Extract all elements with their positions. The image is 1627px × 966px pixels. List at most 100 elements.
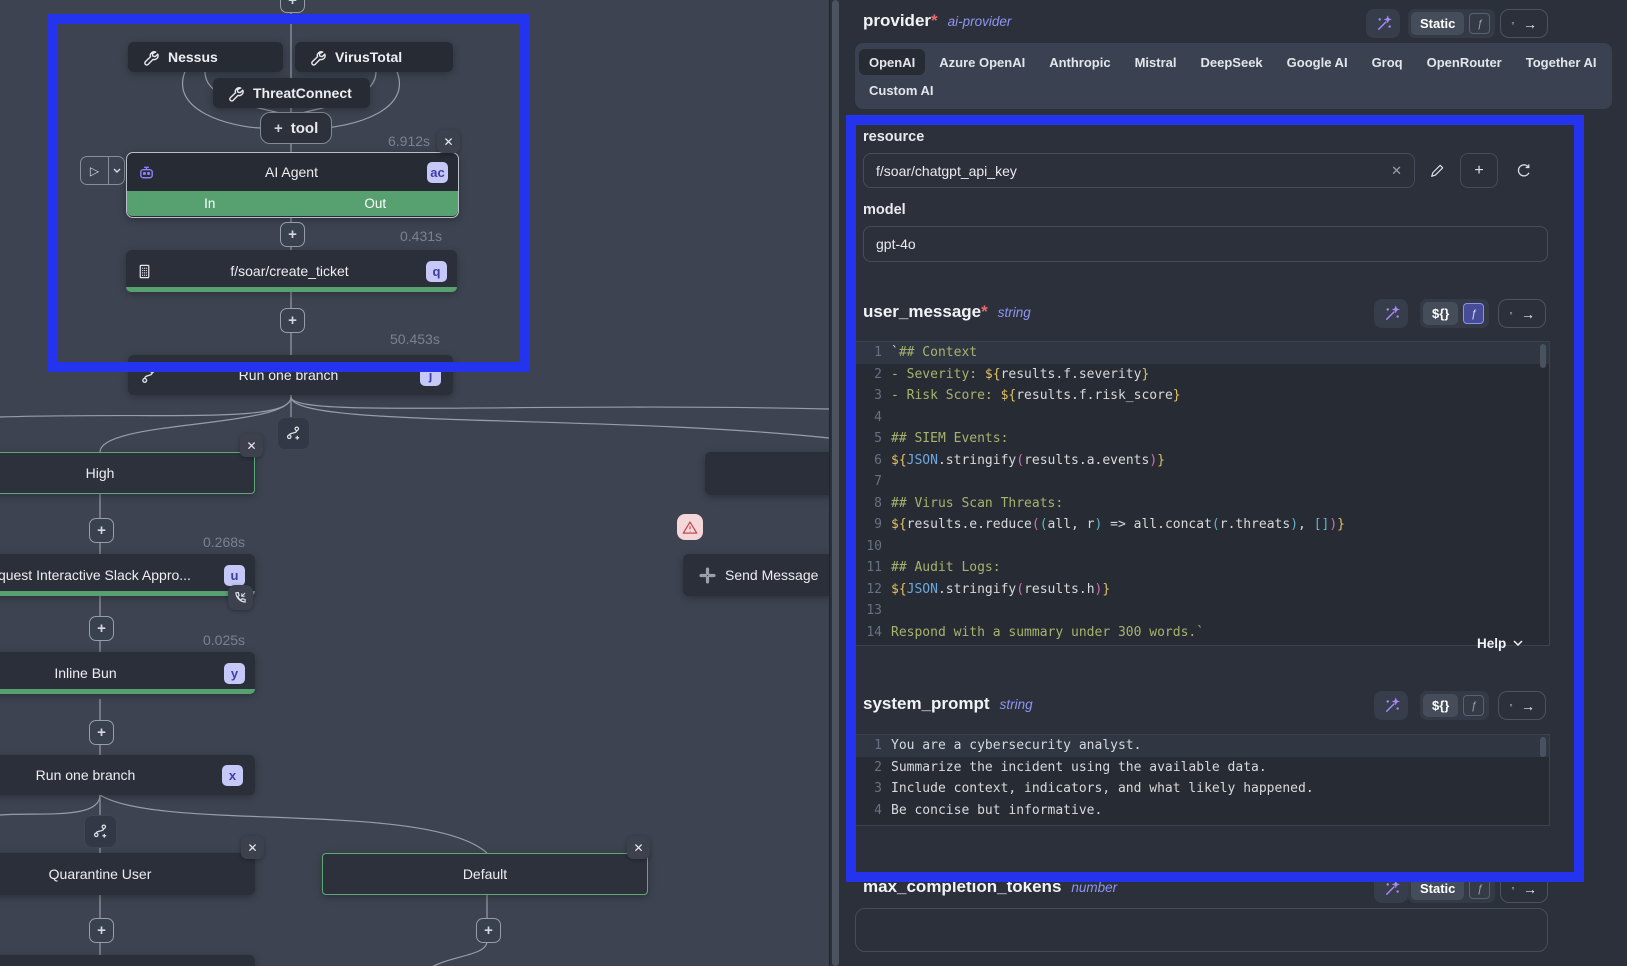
function-mode-icon[interactable]: ƒ bbox=[1469, 13, 1490, 34]
clear-icon[interactable]: ✕ bbox=[1391, 163, 1402, 179]
code-token: ${ bbox=[1001, 388, 1017, 403]
add-branch-button[interactable] bbox=[84, 815, 117, 848]
provider-tab-anthropic[interactable]: Anthropic bbox=[1039, 49, 1120, 75]
resource-label: resource bbox=[863, 129, 924, 145]
resource-input[interactable]: f/soar/chatgpt_api_key ✕ bbox=[863, 153, 1415, 188]
node-inline-bun[interactable]: Inline Bun y bbox=[0, 652, 255, 694]
input-mode-toggle[interactable]: Static ƒ bbox=[1408, 874, 1495, 903]
provider-tab-openrouter[interactable]: OpenRouter bbox=[1417, 49, 1512, 75]
node-send-message[interactable]: Send Message bbox=[683, 554, 829, 596]
provider-tab-groq[interactable]: Groq bbox=[1362, 49, 1413, 75]
node-branch-medium[interactable]: Medium bbox=[705, 452, 829, 495]
editor-scrollbar[interactable] bbox=[1540, 737, 1546, 757]
system-prompt-code-editor[interactable]: 1You are a cybersecurity analyst.2Summar… bbox=[855, 734, 1550, 826]
static-mode-label[interactable]: Static bbox=[1411, 877, 1464, 900]
template-mode-label[interactable]: ${} bbox=[1423, 302, 1458, 325]
node-bottom-clipped[interactable] bbox=[0, 955, 255, 966]
help-toggle[interactable]: Help bbox=[1477, 636, 1523, 651]
node-title: Send Message bbox=[725, 567, 818, 583]
close-icon[interactable]: ✕ bbox=[241, 836, 264, 859]
code-token: - Risk Score: bbox=[891, 388, 1001, 403]
editor-scrollbar[interactable] bbox=[1540, 344, 1546, 368]
node-create-ticket[interactable]: f/soar/create_ticket q bbox=[126, 250, 457, 292]
refresh-resources-button[interactable] bbox=[1512, 160, 1534, 182]
play-icon[interactable]: ▷ bbox=[81, 157, 108, 184]
input-mode-toggle[interactable]: ${} ƒ bbox=[1420, 691, 1489, 720]
node-branch-default[interactable]: Default bbox=[322, 853, 648, 895]
provider-tab-together-ai[interactable]: Together AI bbox=[1516, 49, 1607, 75]
close-icon[interactable]: ✕ bbox=[437, 130, 460, 153]
node-ai-agent[interactable]: AI Agent ac In Out bbox=[126, 152, 459, 218]
code-token: ${ bbox=[891, 453, 907, 468]
node-nessus[interactable]: Nessus bbox=[128, 42, 283, 72]
provider-tab-google-ai[interactable]: Google AI bbox=[1277, 49, 1358, 75]
add-step-button[interactable]: + bbox=[476, 918, 501, 943]
node-title: Run one branch bbox=[0, 767, 214, 783]
chevron-down-icon[interactable] bbox=[108, 157, 124, 184]
provider-tab-openai[interactable]: OpenAI bbox=[859, 49, 925, 75]
code-token: .stringify bbox=[938, 453, 1016, 468]
agent-in-tab[interactable]: In bbox=[127, 191, 293, 216]
code-line: 12${JSON.stringify(results.h)} bbox=[856, 579, 1549, 601]
suspend-callback-icon[interactable] bbox=[228, 585, 253, 610]
function-mode-icon[interactable]: ƒ bbox=[1463, 303, 1484, 324]
input-mode-toggle[interactable]: Static ƒ bbox=[1408, 9, 1495, 38]
connect-input-button[interactable]: → bbox=[1498, 691, 1546, 720]
provider-tab-azure-openai[interactable]: Azure OpenAI bbox=[929, 49, 1035, 75]
edit-resource-button[interactable] bbox=[1426, 160, 1448, 182]
ai-fill-button[interactable] bbox=[1374, 874, 1408, 903]
run-node-button[interactable]: ▷ bbox=[80, 156, 125, 185]
node-title: High bbox=[0, 465, 254, 481]
model-input[interactable]: gpt-4o bbox=[863, 226, 1548, 262]
function-mode-icon[interactable]: ƒ bbox=[1463, 695, 1484, 716]
add-step-button[interactable]: + bbox=[280, 308, 305, 333]
ai-fill-button[interactable] bbox=[1366, 9, 1400, 38]
node-virustotal[interactable]: VirusTotal bbox=[295, 42, 453, 72]
line-number: 10 bbox=[856, 536, 891, 558]
success-bar bbox=[0, 689, 255, 694]
connect-input-button[interactable]: → bbox=[1500, 9, 1548, 38]
provider-tab-mistral[interactable]: Mistral bbox=[1125, 49, 1187, 75]
add-tool-button[interactable]: + tool bbox=[260, 112, 332, 144]
static-mode-label[interactable]: Static bbox=[1411, 12, 1464, 35]
node-branch-high[interactable]: High bbox=[0, 452, 255, 494]
agent-out-tab[interactable]: Out bbox=[293, 191, 459, 216]
node-slack-approval[interactable]: Request Interactive Slack Appro... u bbox=[0, 554, 255, 596]
connect-input-button[interactable]: → bbox=[1500, 874, 1548, 903]
template-mode-label[interactable]: ${} bbox=[1423, 694, 1458, 717]
code-line: 1You are a cybersecurity analyst. bbox=[856, 735, 1549, 757]
panel-scrollbar[interactable] bbox=[832, 0, 839, 966]
ai-fill-button[interactable] bbox=[1374, 299, 1408, 328]
provider-tab-deepseek[interactable]: DeepSeek bbox=[1191, 49, 1273, 75]
node-branch-one-j[interactable]: Run one branch j bbox=[128, 355, 453, 395]
node-label: ThreatConnect bbox=[253, 85, 352, 101]
function-mode-icon[interactable]: ƒ bbox=[1469, 878, 1490, 899]
add-branch-button[interactable] bbox=[277, 417, 310, 450]
add-step-button[interactable]: + bbox=[89, 918, 114, 943]
flow-canvas[interactable]: + Nessus VirusTotal ThreatConnect + tool… bbox=[0, 0, 829, 966]
max-tokens-input[interactable] bbox=[855, 908, 1548, 952]
plus-icon: + bbox=[274, 120, 283, 137]
add-resource-button[interactable]: + bbox=[1460, 153, 1498, 188]
node-quarantine-user[interactable]: Quarantine User bbox=[0, 853, 255, 895]
close-icon[interactable]: ✕ bbox=[240, 434, 263, 457]
node-id-badge: u bbox=[224, 565, 245, 586]
provider-tab-custom-ai[interactable]: Custom AI bbox=[859, 77, 944, 103]
node-branch-one-x[interactable]: Run one branch x bbox=[0, 755, 255, 795]
user-message-code-editor[interactable]: 1`## Context2- Severity: ${results.f.sev… bbox=[855, 341, 1550, 646]
add-step-button[interactable]: + bbox=[89, 616, 114, 641]
add-step-button[interactable]: + bbox=[89, 518, 114, 543]
connect-input-button[interactable]: → bbox=[1498, 299, 1546, 328]
step-config-panel: provider*ai-provider Static ƒ → OpenAIAz… bbox=[829, 0, 1627, 966]
input-mode-toggle[interactable]: ${} ƒ bbox=[1420, 299, 1489, 328]
close-icon[interactable]: ✕ bbox=[627, 836, 650, 859]
add-step-button[interactable]: + bbox=[280, 222, 305, 247]
add-step-button[interactable]: + bbox=[89, 720, 114, 745]
duration-inline-bun: 0.025s bbox=[203, 632, 245, 648]
pencil-icon bbox=[1429, 163, 1445, 179]
code-token: ${ bbox=[891, 517, 907, 532]
ai-fill-button[interactable] bbox=[1374, 691, 1408, 720]
add-step-button[interactable]: + bbox=[280, 0, 305, 13]
node-threatconnect[interactable]: ThreatConnect bbox=[213, 78, 370, 108]
code-line: 14Respond with a summary under 300 words… bbox=[856, 622, 1549, 644]
